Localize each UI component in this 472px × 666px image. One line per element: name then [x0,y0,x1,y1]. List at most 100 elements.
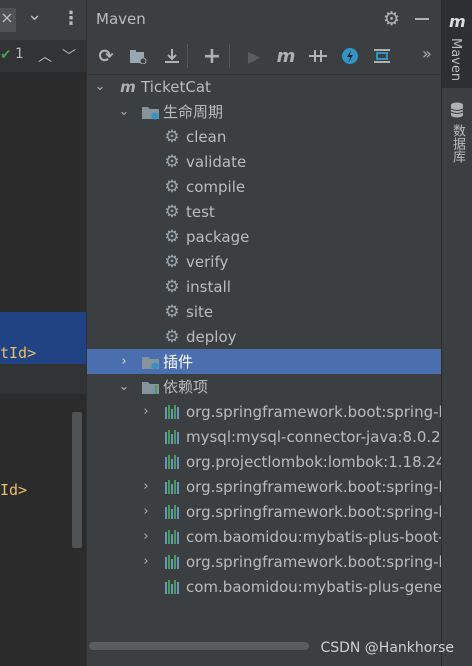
maven-stripe-label: Maven [448,38,463,82]
toolbar-separator [229,44,230,68]
problems-count: 1 [15,46,24,62]
tree-node-project[interactable]: ⌄ m TicketCat [87,74,441,99]
toggle-offline-icon[interactable] [305,44,331,68]
dependency-label: mysql:mysql-connector-java:8.0.29 [186,427,441,446]
more-options-icon[interactable]: ⋮ [62,8,80,29]
library-icon [163,528,181,546]
tabs-dropdown-icon[interactable]: ⌄ [27,4,42,25]
folder-gear-icon [141,353,159,371]
check-icon: ✔ [0,47,12,63]
lifecycle-goal[interactable]: ⚙ site [87,299,441,324]
lifecycle-goal[interactable]: ⚙ verify [87,249,441,274]
skip-tests-icon[interactable] [337,44,363,68]
tree-node-dependencies[interactable]: ⌄ 依赖项 [87,374,441,399]
folder-gear-icon [141,103,159,121]
gear-icon: ⚙ [164,201,180,222]
expand-arrow-icon[interactable]: › [117,354,131,369]
execute-goal-icon[interactable]: m [273,44,299,68]
lifecycle-goal[interactable]: ⚙ clean [87,124,441,149]
dependency-label: org.projectlombok:lombok:1.18.24 [186,452,441,471]
database-stripe-label: 数据库 [450,124,465,163]
gear-icon: ⚙ [164,301,180,322]
editor-area: × ⌄ ⋮ ✔ 1 ︿ ﹀ tId> Id> [0,0,86,666]
project-label: TicketCat [141,77,211,96]
expand-arrow-icon[interactable]: › [139,504,153,519]
dependency-label: org.springframework.boot:spring-b [186,502,441,521]
database-stripe-button[interactable]: 数据库 [442,96,472,176]
gear-icon: ⚙ [164,126,180,147]
gear-icon: ⚙ [164,251,180,272]
expand-arrow-icon[interactable]: › [139,404,153,419]
toolbar-overflow-icon[interactable]: » [422,44,432,63]
add-icon[interactable]: + [199,44,225,69]
settings-gear-icon[interactable]: ⚙ [383,8,400,30]
goal-label: test [186,202,215,221]
collapse-arrow-icon[interactable]: ⌄ [117,379,131,394]
gear-icon: ⚙ [164,151,180,172]
lifecycle-goal[interactable]: ⚙ deploy [87,324,441,349]
editor-tab-bar: × ⌄ ⋮ [0,0,86,41]
editor-inspection-bar: ✔ 1 ︿ ﹀ [0,40,86,72]
dependency-label: org.springframework.boot:spring-b [186,477,441,496]
dependency-item[interactable]: org.projectlombok:lombok:1.18.24 [87,449,441,474]
download-icon[interactable] [159,44,185,68]
maven-header: Maven ⚙ [87,0,441,38]
expand-arrow-icon[interactable]: › [139,529,153,544]
goal-label: site [186,302,214,321]
horizontal-scrollbar[interactable] [89,642,309,650]
maven-title: Maven [96,10,146,28]
dependencies-label: 依赖项 [163,378,209,396]
gear-icon: ⚙ [164,176,180,197]
dependency-item[interactable]: › org.springframework.boot:spring-b [87,549,441,574]
code-gutter-band [0,364,86,394]
plugins-label: 插件 [163,353,194,371]
lifecycle-goal[interactable]: ⚙ install [87,274,441,299]
lifecycle-goal[interactable]: ⚙ test [87,199,441,224]
dependency-item[interactable]: mysql:mysql-connector-java:8.0.29 [87,424,441,449]
dependency-item[interactable]: › com.baomidou:mybatis-plus-boot- [87,524,441,549]
dependency-label: org.springframework.boot:spring-b [186,552,441,571]
library-icon [163,428,181,446]
maven-stripe-button[interactable]: m Maven [442,0,472,88]
run-icon[interactable]: ▶ [241,44,267,68]
generate-sources-icon[interactable] [125,44,151,68]
previous-highlight-icon[interactable]: ︿ [38,46,52,66]
goal-label: deploy [186,327,237,346]
dependency-item[interactable]: com.baomidou:mybatis-plus-gener [87,574,441,599]
maven-project-icon: m [120,77,136,96]
lifecycle-goal[interactable]: ⚙ compile [87,174,441,199]
maven-icon: m [449,12,466,31]
right-tool-stripe: m Maven 数据库 [441,0,472,666]
reload-icon[interactable]: ⟳ [93,44,119,68]
dependency-item[interactable]: › org.springframework.boot:spring-b [87,399,441,424]
library-icon [163,503,181,521]
tree-node-lifecycle[interactable]: ⌄ 生命周期 [87,99,441,124]
lifecycle-label: 生命周期 [163,103,224,121]
goal-label: compile [186,177,246,196]
code-line: Id> [0,481,28,499]
lifecycle-goal[interactable]: ⚙ validate [87,149,441,174]
dependency-item[interactable]: › org.springframework.boot:spring-b [87,474,441,499]
dependency-label: org.springframework.boot:spring-b [186,402,441,421]
toolbar-separator [187,44,188,68]
library-icon [163,578,181,596]
tree-node-plugins[interactable]: › 插件 [87,349,441,374]
dependency-item[interactable]: › org.springframework.boot:spring-b [87,499,441,524]
dependencies-folder-icon [141,378,159,396]
expand-arrow-icon[interactable]: › [139,554,153,569]
lifecycle-goal[interactable]: ⚙ package [87,224,441,249]
collapse-arrow-icon[interactable]: ⌄ [117,104,131,119]
collapse-arrow-icon[interactable]: ⌄ [93,79,107,94]
minimize-icon[interactable] [415,18,429,20]
goal-label: verify [186,252,229,271]
goal-label: install [186,277,231,296]
show-diagram-icon[interactable] [369,44,395,68]
gear-icon: ⚙ [164,226,180,247]
library-icon [163,453,181,471]
tab-close-icon[interactable]: × [0,8,16,32]
watermark-text: CSDN @Hankhorse [320,640,454,656]
editor-scrollbar[interactable] [72,412,82,548]
next-highlight-icon[interactable]: ﹀ [62,46,76,66]
goal-label: clean [186,127,227,146]
expand-arrow-icon[interactable]: › [139,479,153,494]
